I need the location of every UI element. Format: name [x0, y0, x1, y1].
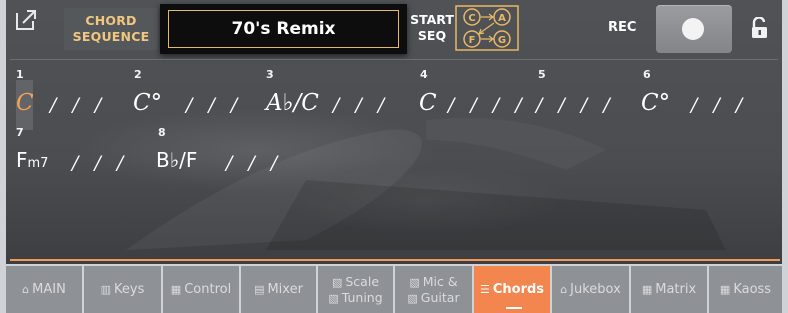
- bottom-tab-bar: ⌂ MAIN ▥ Keys ▦ Control ▤ Mixer ▧ Scale ▧ Tuni…: [6, 266, 782, 313]
- guitar-icon: ▧: [407, 291, 418, 305]
- scale-icon: ▧: [331, 275, 343, 289]
- chord-root: C: [419, 90, 437, 116]
- tab-mic-guitar[interactable]: ▧ Mic & ▧ Guitar: [395, 266, 472, 313]
- jukebox-icon: ⌂: [560, 283, 568, 296]
- tab-label: Chords: [492, 282, 545, 297]
- chord-suffix: °: [658, 90, 671, 116]
- node-c: C: [468, 13, 475, 24]
- beat-slashes-2[interactable]: / / /: [186, 94, 242, 116]
- external-link-icon[interactable]: [14, 8, 38, 32]
- active-tab-indicator: [506, 307, 522, 309]
- chord-root: F: [16, 148, 28, 172]
- chord-measure-4[interactable]: C: [419, 90, 437, 116]
- tab-keys[interactable]: ▥ Keys: [84, 266, 161, 313]
- chord-suffix: m7: [27, 156, 49, 171]
- chord-sequence-panel: CHORD SEQUENCE 70's Remix START SEQ C A …: [6, 0, 782, 264]
- chord-root: C: [16, 90, 34, 116]
- header-bar: CHORD SEQUENCE 70's Remix START SEQ C A …: [6, 0, 782, 58]
- chord-root: A: [266, 90, 283, 116]
- tab-label-line2: ▧ Guitar: [407, 289, 460, 305]
- tab-label: MAIN: [32, 282, 66, 297]
- tab-scale-tuning[interactable]: ▧ Scale ▧ Tuning: [318, 266, 393, 313]
- matrix-icon: ▦: [641, 283, 653, 296]
- node-f: F: [469, 35, 476, 46]
- tab-label: Kaoss: [733, 282, 772, 297]
- sequence-name-field[interactable]: 70's Remix: [160, 4, 407, 54]
- control-icon: ▦: [170, 283, 182, 296]
- measure-number-7: 7: [16, 126, 24, 139]
- header-divider: [10, 59, 778, 60]
- mic-icon: ▧: [409, 275, 420, 289]
- chord-measure-6[interactable]: C°: [641, 90, 670, 116]
- tab-control[interactable]: ▦ Control: [163, 266, 239, 313]
- chord-root: C: [641, 90, 659, 116]
- measure-number-3: 3: [266, 68, 274, 81]
- tab-jukebox[interactable]: ⌂ Jukebox: [552, 266, 629, 313]
- chord-suffix: °: [150, 90, 163, 116]
- measure-number-5: 5: [538, 68, 546, 81]
- chord-sequence-label-line1: CHORD: [85, 13, 137, 28]
- record-dot-icon: [682, 18, 704, 40]
- chord-measure-2[interactable]: C°: [133, 90, 162, 116]
- tab-label-line1: ▧ Mic &: [409, 273, 458, 289]
- tab-label: Jukebox: [570, 282, 621, 297]
- chords-icon: ☰: [479, 283, 490, 296]
- tab-label: Mixer: [267, 282, 303, 297]
- chord-measure-3[interactable]: A♭/C: [266, 90, 319, 116]
- chord-sequence-screen: CHORD SEQUENCE 70's Remix START SEQ C A …: [6, 0, 782, 313]
- panel-accent-line: [10, 259, 780, 261]
- beat-slashes-3[interactable]: / / /: [333, 94, 389, 116]
- beat-slashes-4[interactable]: / / / /: [448, 94, 527, 116]
- measure-number-8: 8: [158, 126, 166, 139]
- home-icon: ⌂: [22, 283, 30, 296]
- measure-number-2: 2: [134, 68, 142, 81]
- measure-number-4: 4: [420, 68, 428, 81]
- beat-slashes-6[interactable]: / / /: [691, 94, 747, 116]
- chord-sequence-label: CHORD SEQUENCE: [64, 8, 158, 50]
- tab-label: Keys: [114, 282, 145, 297]
- chord-root: B: [156, 148, 170, 172]
- mixer-icon: ▤: [254, 283, 265, 296]
- chord-sequence-label-line2: SEQUENCE: [72, 29, 150, 44]
- tab-matrix[interactable]: ▦ Matrix: [631, 266, 707, 313]
- chord-measure-1[interactable]: C: [16, 90, 34, 116]
- beat-slashes-5[interactable]: / / / /: [536, 94, 615, 116]
- measure-number-1: 1: [16, 68, 24, 81]
- chord-measure-8[interactable]: B♭/F: [156, 148, 197, 172]
- tab-kaoss[interactable]: ▦ Kaoss: [709, 266, 782, 313]
- tab-label: Matrix: [655, 282, 697, 297]
- chord-measure-7[interactable]: Fm7: [16, 148, 48, 172]
- unlock-icon[interactable]: [750, 17, 770, 39]
- kaoss-icon: ▦: [719, 283, 731, 296]
- rec-label: REC: [608, 20, 637, 35]
- tab-label-line1: ▧ Scale: [331, 273, 380, 289]
- chord-root: C: [133, 90, 151, 116]
- beat-slashes-7[interactable]: / / /: [72, 152, 128, 174]
- measure-number-6: 6: [643, 68, 651, 81]
- record-button[interactable]: [656, 5, 732, 53]
- start-seq-label-line1: START: [410, 12, 454, 27]
- tuning-icon: ▧: [328, 291, 339, 305]
- tab-main[interactable]: ⌂ MAIN: [6, 266, 82, 313]
- chord-suffix: ♭/F: [169, 148, 198, 172]
- chord-suffix: ♭/C: [282, 90, 319, 116]
- node-g: G: [498, 35, 506, 46]
- start-seq-label: START SEQ: [410, 12, 454, 44]
- tab-mixer[interactable]: ▤ Mixer: [241, 266, 316, 313]
- beat-slashes-1[interactable]: / / /: [50, 94, 106, 116]
- tab-label: Control: [184, 282, 232, 297]
- tab-chords[interactable]: ☰ Chords: [474, 266, 550, 313]
- start-mode-diagram-button[interactable]: C A F G: [455, 5, 519, 51]
- keys-icon: ▥: [100, 283, 112, 296]
- tab-label-line2: ▧ Tuning: [328, 289, 383, 305]
- node-a: A: [498, 13, 506, 24]
- start-seq-label-line2: SEQ: [417, 28, 447, 43]
- beat-slashes-8[interactable]: / / /: [226, 152, 282, 174]
- sequence-name: 70's Remix: [168, 10, 399, 48]
